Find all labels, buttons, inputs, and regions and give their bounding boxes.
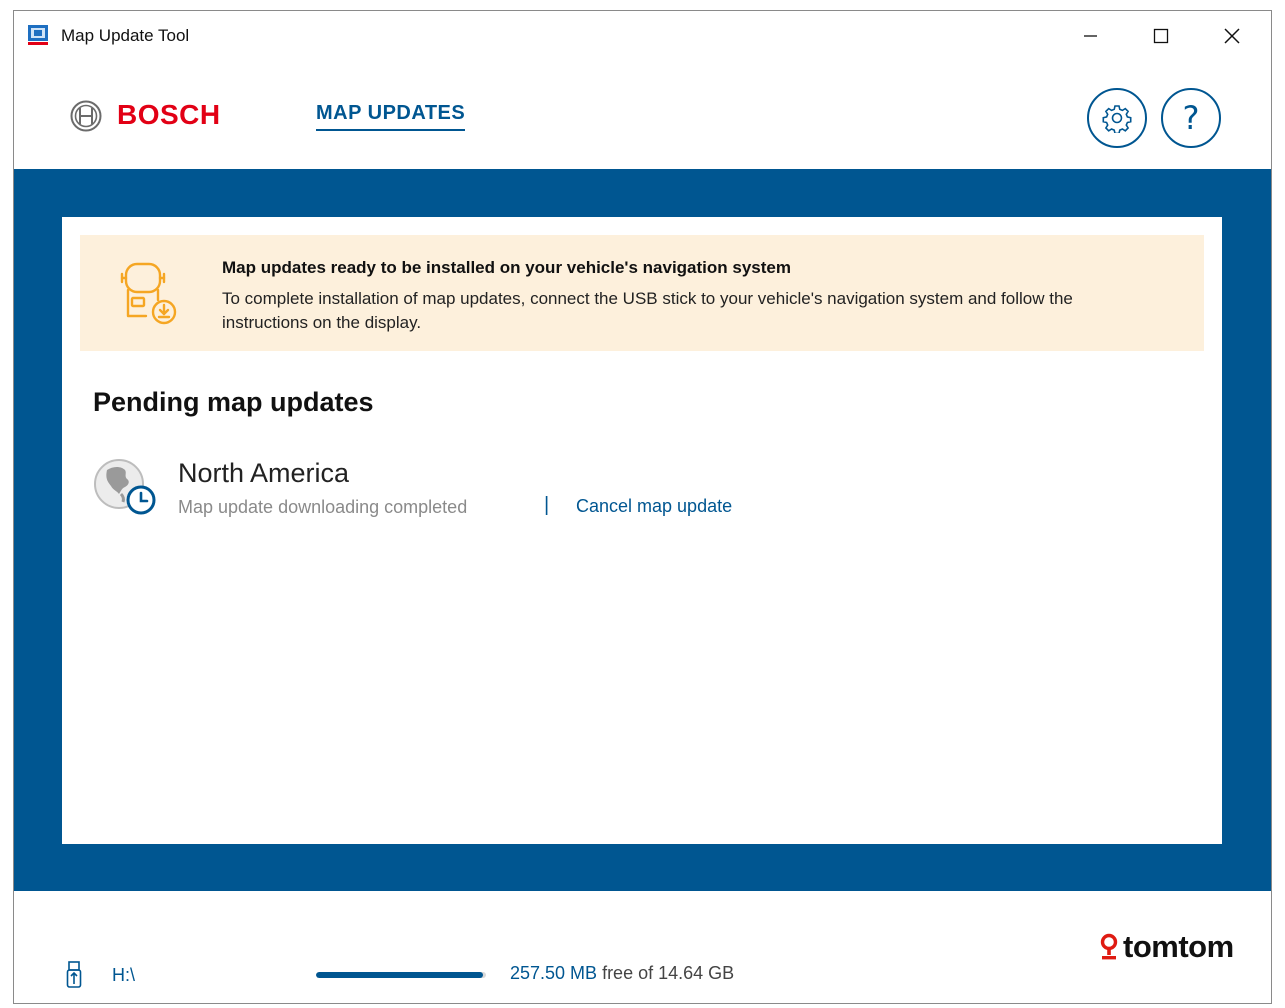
minimize-button[interactable] [1067,19,1113,53]
minimize-icon [1084,35,1097,37]
region-name: North America [178,458,350,488]
cancel-map-update-link[interactable]: Cancel map update [576,496,732,517]
maximize-icon [1153,28,1169,44]
close-icon [1224,28,1240,44]
usb-install-icon [120,260,184,326]
list-item: North America Map update downloading com… [93,452,893,522]
notice-text: To complete installation of map updates,… [222,289,1073,332]
help-button[interactable]: ? [1161,88,1221,148]
help-icon: ? [1182,99,1200,137]
window-title: Map Update Tool [61,26,190,45]
maximize-button[interactable] [1138,19,1184,53]
bosch-logo-text: BOSCH [117,99,221,130]
tomtom-wordmark: tomtom [1123,929,1234,964]
storage-total: free of 14.64 GB [597,963,735,983]
title-bar: Map Update Tool [14,11,1271,59]
app-header: BOSCH MAP UPDATES ? [14,59,1271,169]
status-text: Map update downloading completed [178,497,468,517]
install-notice: Map updates ready to be installed on you… [80,235,1204,351]
tomtom-logo: tomtom [1099,929,1234,965]
storage-text: 257.50 MB free of 14.64 GB [510,963,734,984]
tomtom-pin-icon [1100,933,1118,960]
storage-fill [316,972,483,978]
section-title: Pending map updates [93,387,374,417]
content-band: Map updates ready to be installed on you… [14,169,1271,891]
bosch-armature-icon [70,100,102,132]
drive-label: H:\ [112,965,136,985]
close-button[interactable] [1209,19,1255,53]
notice-title: Map updates ready to be installed on you… [222,258,791,277]
app-icon [27,24,49,46]
content-panel: Map updates ready to be installed on you… [62,217,1222,844]
globe-clock-icon [93,456,157,516]
storage-free: 257.50 MB [510,963,598,983]
settings-button[interactable] [1087,88,1147,148]
app-window: Map Update Tool BOSCH MAP UPDATES ? Map … [13,10,1272,1004]
storage-bar [316,972,486,978]
gear-icon [1102,105,1132,133]
tab-map-updates[interactable]: MAP UPDATES [316,102,466,131]
usb-drive-icon [66,961,82,989]
status-footer: tomtom H:\ 257.50 MB free of 14.64 GB [14,891,1271,1003]
separator: | [544,494,550,516]
